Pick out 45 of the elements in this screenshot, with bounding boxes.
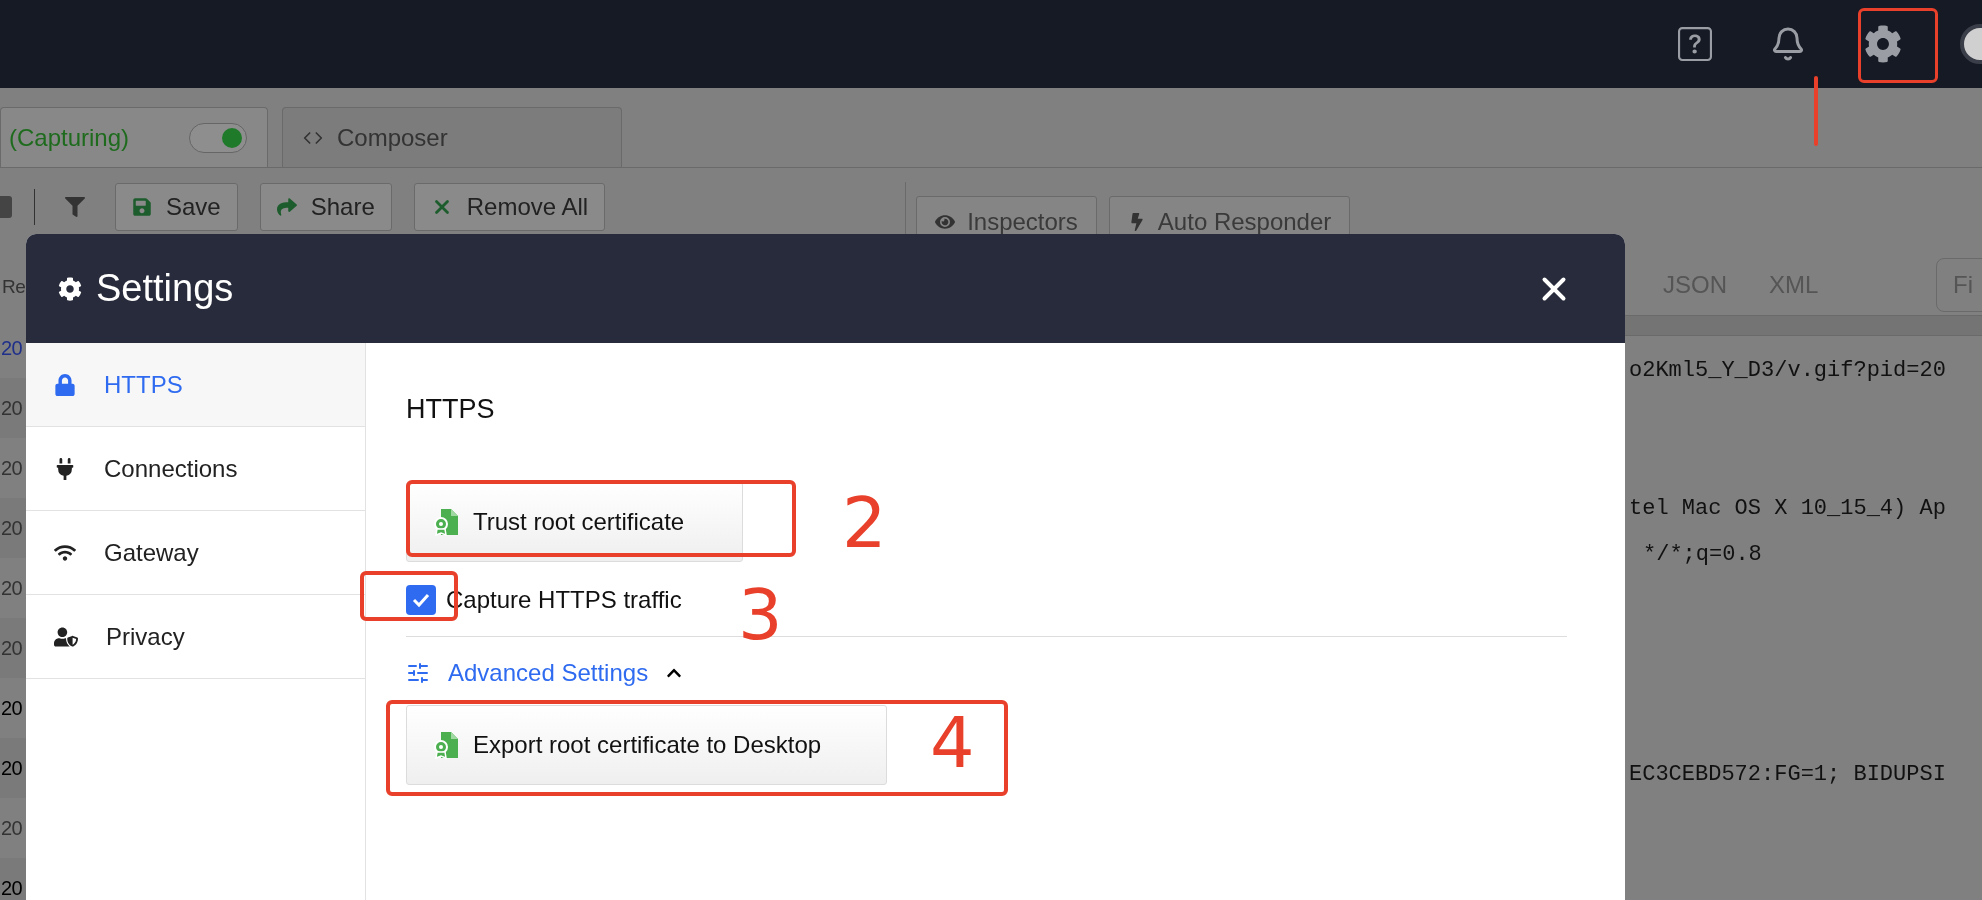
export-button[interactable]: Export root certificate to Desktop — [406, 704, 887, 785]
certificate-icon — [433, 730, 459, 759]
annotation-stroke — [1814, 76, 1818, 146]
tab[interactable]: Composer — [282, 107, 622, 167]
certificate-icon — [433, 507, 459, 536]
sidebar-item[interactable]: HTTPS — [26, 343, 365, 427]
annotation-number: 4 — [930, 708, 975, 778]
settings-icon — [58, 276, 82, 301]
code-line: tel Mac OS X 10_15_4) Ap — [1629, 495, 1947, 523]
session-cell: 20 — [1, 758, 23, 778]
plug-icon — [54, 457, 76, 480]
sliders-icon — [406, 660, 430, 685]
dialog-title: Settings — [96, 266, 234, 311]
user-shield-icon — [54, 625, 78, 648]
session-cell: 20 — [1, 638, 23, 658]
toolbar-button[interactable]: Remove All — [413, 183, 606, 231]
save-icon — [132, 197, 152, 217]
annotation-number: 3 — [738, 580, 783, 650]
session-cell: 20 — [1, 338, 23, 358]
session-cell: 20 — [1, 578, 23, 598]
session-cell: 20 — [1, 818, 23, 838]
code-line: */*;q=0.8 — [1642, 541, 1763, 569]
toolbar-button[interactable]: Save — [115, 183, 238, 231]
code-line: EC3CEBD572:FG=1; BIDUPSI — [1629, 761, 1947, 789]
share-icon — [276, 197, 297, 217]
column-header: Re — [2, 276, 26, 297]
session-cell: 20 — [1, 698, 23, 718]
settings-icon[interactable] — [1864, 25, 1902, 63]
annotation-number: 2 — [842, 488, 887, 558]
section-heading: HTTPS — [406, 393, 496, 426]
advanced-settings-link[interactable]: Advanced Settings — [406, 654, 683, 691]
bell-icon[interactable] — [1770, 26, 1806, 62]
toolbar-button[interactable]: Share — [259, 183, 392, 231]
session-cell: 20 — [1, 398, 23, 418]
column-toggle-icon[interactable] — [0, 196, 12, 218]
lock-icon — [54, 373, 76, 396]
session-cell: 20 — [1, 878, 23, 898]
help-icon[interactable] — [1678, 27, 1712, 61]
eye-icon — [935, 212, 956, 232]
capture-toggle[interactable] — [189, 122, 247, 153]
session-cell: 20 — [1, 458, 23, 478]
filter-icon[interactable] — [65, 197, 85, 217]
session-cell: 20 — [1, 518, 23, 538]
code-line: o2Kml5_Y_D3/v.gif?pid=20 — [1629, 357, 1947, 385]
checkbox[interactable] — [406, 584, 436, 615]
